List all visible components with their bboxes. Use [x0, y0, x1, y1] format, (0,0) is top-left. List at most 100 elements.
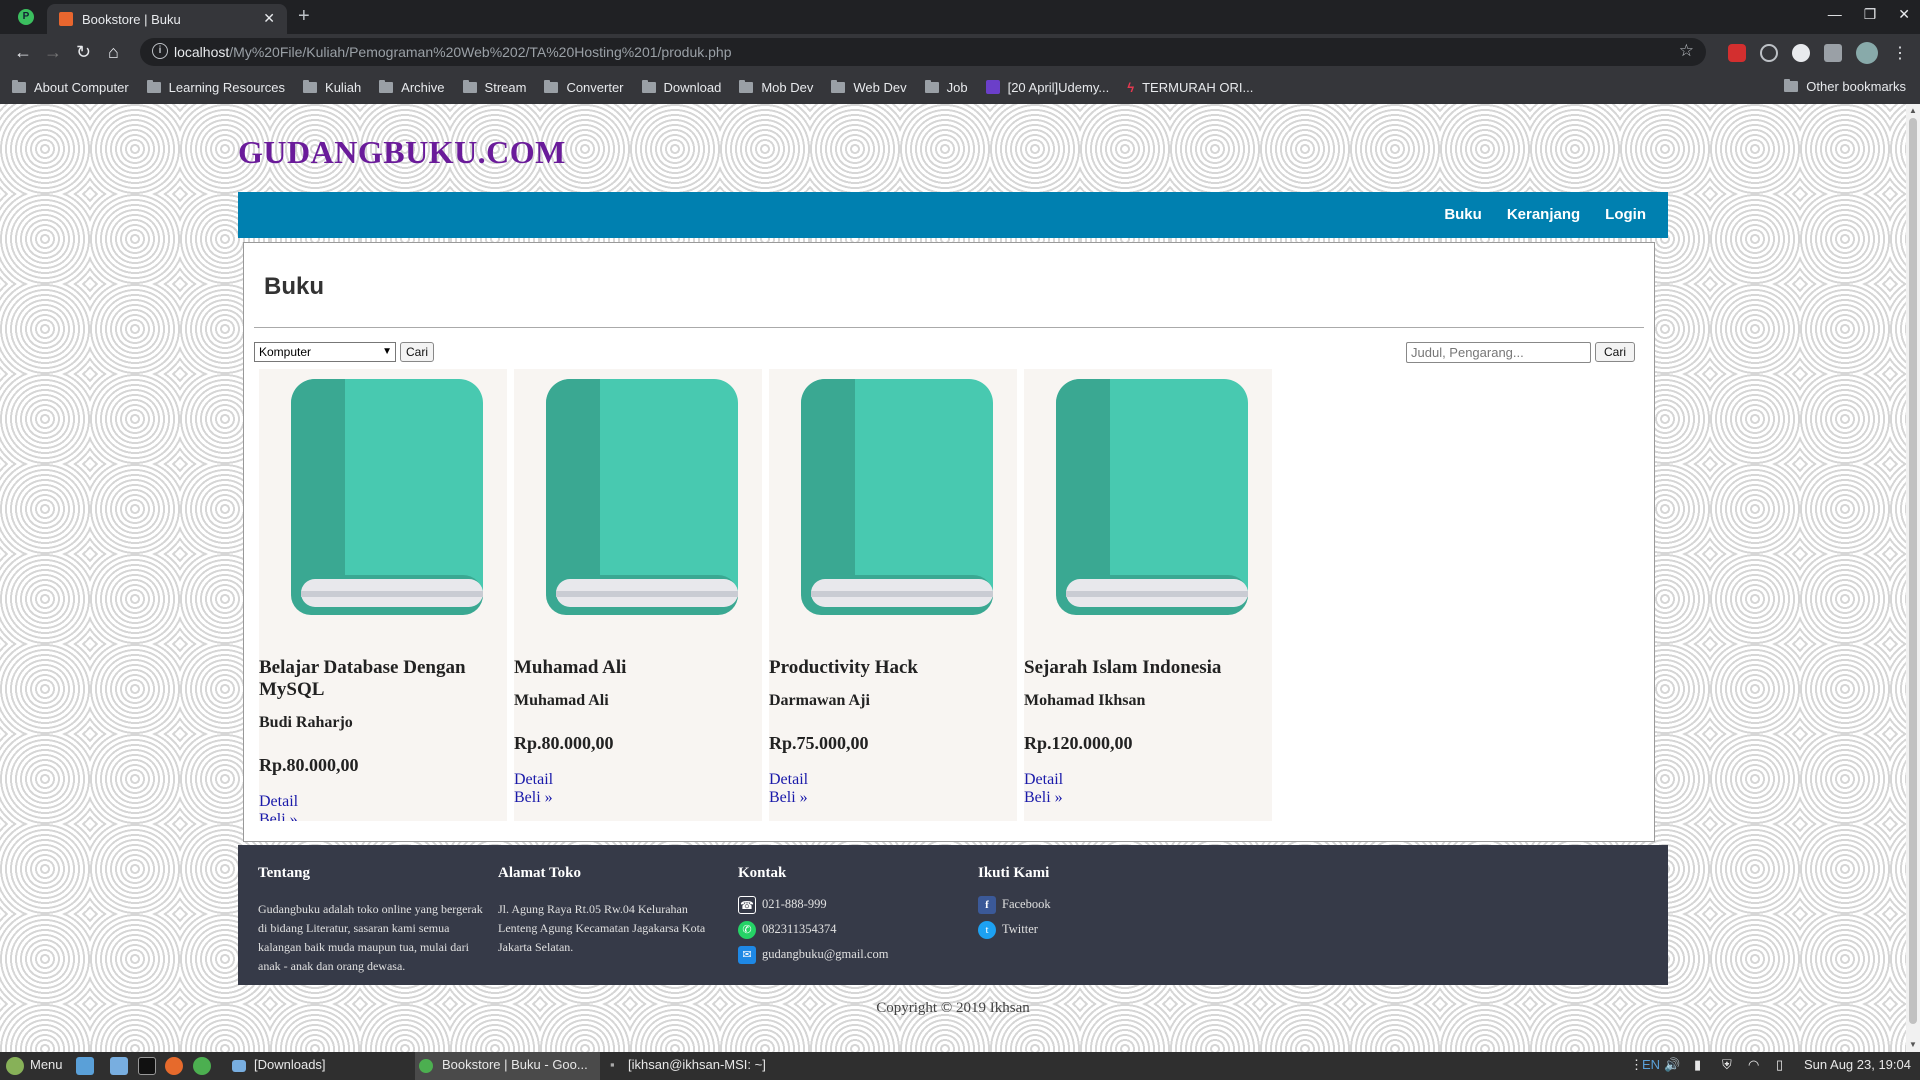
bookmark-item[interactable]: Learning Resources [146, 79, 285, 95]
bookmark-item[interactable]: Archive [379, 79, 445, 95]
close-window-icon[interactable]: ✕ [1898, 6, 1910, 23]
product-author: Muhamad Ali [514, 692, 609, 709]
bookmark-item[interactable]: Web Dev [831, 79, 907, 95]
extension-icon[interactable] [1760, 44, 1778, 62]
site-info-icon[interactable]: i [152, 43, 168, 59]
footer-about-text: Gudangbuku adalah toko online yang berge… [258, 902, 483, 973]
home-icon[interactable]: ⌂ [108, 42, 119, 63]
github-icon[interactable] [1792, 44, 1810, 62]
bookmark-item[interactable]: Stream [462, 79, 526, 95]
back-icon[interactable]: ← [14, 42, 32, 63]
puzzle-icon[interactable] [1824, 44, 1842, 62]
contact-phone: ☎ 021-888-999 [738, 892, 968, 917]
category-select[interactable]: Komputer ▼ [254, 342, 396, 362]
social-twitter[interactable]: t Twitter [978, 917, 1208, 942]
scrollbar-thumb[interactable] [1909, 118, 1917, 1024]
taskbar-window-terminal[interactable]: [ikhsan@ikhsan-MSI: ~] [628, 1057, 766, 1072]
folder-icon [232, 1060, 246, 1072]
folder-icon [641, 79, 656, 93]
bookmark-item[interactable]: Mob Dev [739, 79, 813, 95]
detail-link[interactable]: Detail [769, 771, 808, 789]
profile-icon[interactable]: P [18, 9, 34, 25]
divider [254, 327, 1644, 328]
forward-icon[interactable]: → [44, 42, 62, 63]
nav-link-buku[interactable]: Buku [1444, 206, 1482, 223]
copyright-text: Copyright © 2019 Ikhsan [876, 1000, 1030, 1016]
footer-address: Alamat Toko Jl. Agung Raya Rt.05 Rw.04 K… [498, 865, 728, 957]
detail-link[interactable]: Detail [514, 771, 553, 789]
folder-icon [1784, 79, 1799, 92]
mint-menu-icon[interactable] [6, 1057, 24, 1075]
category-filter-button[interactable]: Cari [400, 342, 434, 362]
menu-button[interactable]: Menu [30, 1057, 63, 1072]
buy-link[interactable]: Beli » [769, 789, 808, 807]
search-input[interactable]: Judul, Pengarang... [1406, 342, 1591, 363]
footer-address-text: Jl. Agung Raya Rt.05 Rw.04 Kelurahan Len… [498, 902, 706, 954]
bookmark-item[interactable]: ϟ TERMURAH ORI... [1127, 80, 1253, 95]
product-card: Belajar Database Dengan MySQL Budi Rahar… [259, 369, 507, 821]
taskbar-window-downloads[interactable]: [Downloads] [254, 1057, 326, 1072]
phone-icon: ☎ [738, 895, 756, 914]
wifi-icon[interactable]: ◠ [1748, 1057, 1759, 1073]
browser-tab[interactable]: Bookstore | Buku ✕ [47, 4, 287, 34]
folder-icon [544, 79, 559, 93]
restore-icon[interactable]: ❐ [1864, 6, 1877, 23]
bookmark-item[interactable]: [20 April]Udemy... [985, 80, 1109, 95]
social-facebook[interactable]: f Facebook [978, 892, 1208, 917]
bookmark-item[interactable]: About Computer [12, 79, 129, 95]
nav-link-keranjang[interactable]: Keranjang [1507, 206, 1580, 223]
address-bar[interactable]: i localhost/My%20File/Kuliah/Pemograman%… [140, 38, 1706, 66]
taskbar-window-browser[interactable]: Bookstore | Buku - Goo... [415, 1052, 600, 1080]
menu-dots-icon[interactable]: ⋮ [1892, 43, 1908, 63]
mail-icon: ✉ [738, 945, 756, 964]
other-bookmarks[interactable]: Other bookmarks [1784, 79, 1906, 94]
os-taskbar: Menu [Downloads] Bookstore | Buku - Goo.… [0, 1052, 1920, 1080]
buy-link[interactable]: Beli » [1024, 789, 1063, 807]
chrome-icon[interactable] [193, 1057, 211, 1075]
terminal-icon[interactable] [138, 1057, 156, 1075]
page-scrollbar[interactable]: ▲ ▼ [1906, 104, 1920, 1052]
extension-icon[interactable] [1728, 44, 1746, 62]
battery-icon[interactable]: ▮ [1694, 1057, 1701, 1073]
book-cover-icon[interactable] [801, 379, 993, 615]
close-tab-icon[interactable]: ✕ [263, 10, 275, 27]
avatar[interactable] [1856, 42, 1878, 64]
scroll-down-icon[interactable]: ▼ [1909, 1040, 1917, 1049]
minimize-icon[interactable]: — [1828, 6, 1842, 23]
book-cover-icon[interactable] [1056, 379, 1248, 615]
firefox-icon[interactable] [165, 1057, 183, 1075]
product-title: Belajar Database Dengan MySQL [259, 657, 466, 700]
nav-link-login[interactable]: Login [1605, 206, 1646, 223]
new-tab-icon[interactable]: + [298, 5, 310, 28]
clock[interactable]: Sun Aug 23, 19:04 [1804, 1057, 1911, 1072]
site-logo-title[interactable]: GUDANGBUKU.COM [238, 134, 566, 171]
product-price: Rp.80.000,00 [259, 755, 359, 775]
folder-icon [146, 79, 161, 93]
files-icon[interactable] [110, 1057, 128, 1075]
book-cover-icon[interactable] [291, 379, 483, 615]
footer-about: Tentang Gudangbuku adalah toko online ya… [258, 865, 488, 976]
folder-icon [303, 79, 318, 93]
bookmark-star-icon[interactable]: ☆ [1679, 41, 1694, 61]
keyboard-layout[interactable]: EN [1642, 1057, 1660, 1072]
clipboard-icon[interactable]: ▯ [1776, 1057, 1783, 1073]
scroll-up-icon[interactable]: ▲ [1909, 106, 1917, 115]
shield-icon[interactable]: ⛨ [1722, 1057, 1732, 1073]
buy-link[interactable]: Beli » [259, 811, 298, 821]
detail-link[interactable]: Detail [259, 793, 298, 811]
bookmark-item[interactable]: Kuliah [303, 79, 361, 95]
volume-icon[interactable]: 🔊 [1664, 1057, 1680, 1073]
bookmark-item[interactable]: Download [641, 79, 721, 95]
bookmark-item[interactable]: Job [924, 79, 968, 95]
desktop-icon[interactable] [76, 1057, 94, 1075]
detail-link[interactable]: Detail [1024, 771, 1063, 789]
product-card: Sejarah Islam Indonesia Mohamad Ikhsan R… [1024, 369, 1272, 821]
site-footer: Tentang Gudangbuku adalah toko online ya… [238, 845, 1668, 985]
search-button[interactable]: Cari [1595, 342, 1635, 362]
product-author: Mohamad Ikhsan [1024, 692, 1146, 709]
book-cover-icon[interactable] [546, 379, 738, 615]
bookmark-item[interactable]: Converter [544, 79, 624, 95]
buy-link[interactable]: Beli » [514, 789, 553, 807]
reload-icon[interactable]: ↻ [76, 42, 91, 63]
tab-title: Bookstore | Buku [82, 12, 181, 27]
